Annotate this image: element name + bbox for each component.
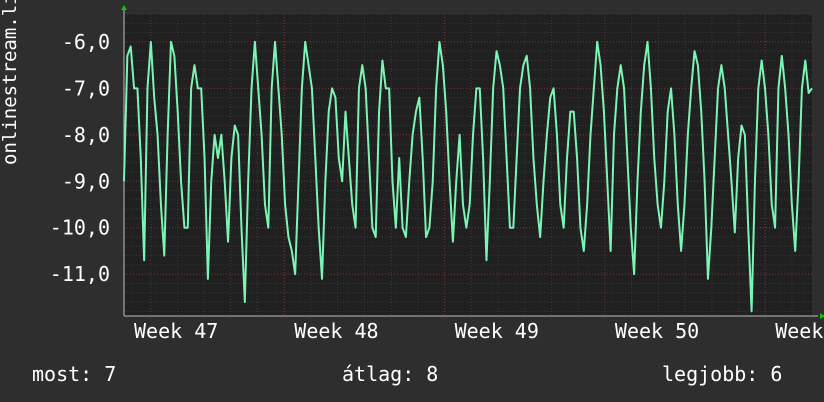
y-tick-label: -7,0 [62,76,110,100]
y-tick-label: -10,0 [50,216,110,240]
line-chart: -6,0-7,0-8,0-9,0-10,0-11,0 Week 47 Week 4… [50,5,824,343]
current-label: most: [32,362,93,386]
current-value: 7 [104,362,117,386]
best-stat: legjobb: 6 [662,362,782,386]
chart-panel: -6,0 -7,0 -8,0 -9,0 -10,0 -11,0 Week 47 Week 4… [0,0,824,402]
y-tick-label: -8,0 [62,123,110,147]
best-label: legjobb: [662,362,759,386]
y-tick-label: -11,0 [50,262,110,286]
y-tick-label: -6,0 [62,30,110,54]
average-label: átlag: [342,362,415,386]
x-tick-label: Week 50 [615,319,699,343]
x-axis-ticks: Week 47 Week 48 Week 49 Week 50 Week [134,319,823,343]
best-value: 6 [770,362,783,386]
x-tick-label: Week 47 [134,319,218,343]
x-tick-label: Week 48 [294,319,378,343]
y-axis-arrow [121,5,127,10]
average-stat: átlag: 8 [342,362,438,386]
x-tick-label: Week 49 [455,319,539,343]
current-stat: most: 7 [32,362,116,386]
y-tick-label: -9,0 [62,169,110,193]
x-tick-label: Week [775,319,823,343]
y-axis-ticks: -6,0 -7,0 -8,0 -9,0 -10,0 -11,0 [50,30,110,286]
average-value: 8 [426,362,439,386]
y-axis-label: onlinestream.live [0,0,21,165]
